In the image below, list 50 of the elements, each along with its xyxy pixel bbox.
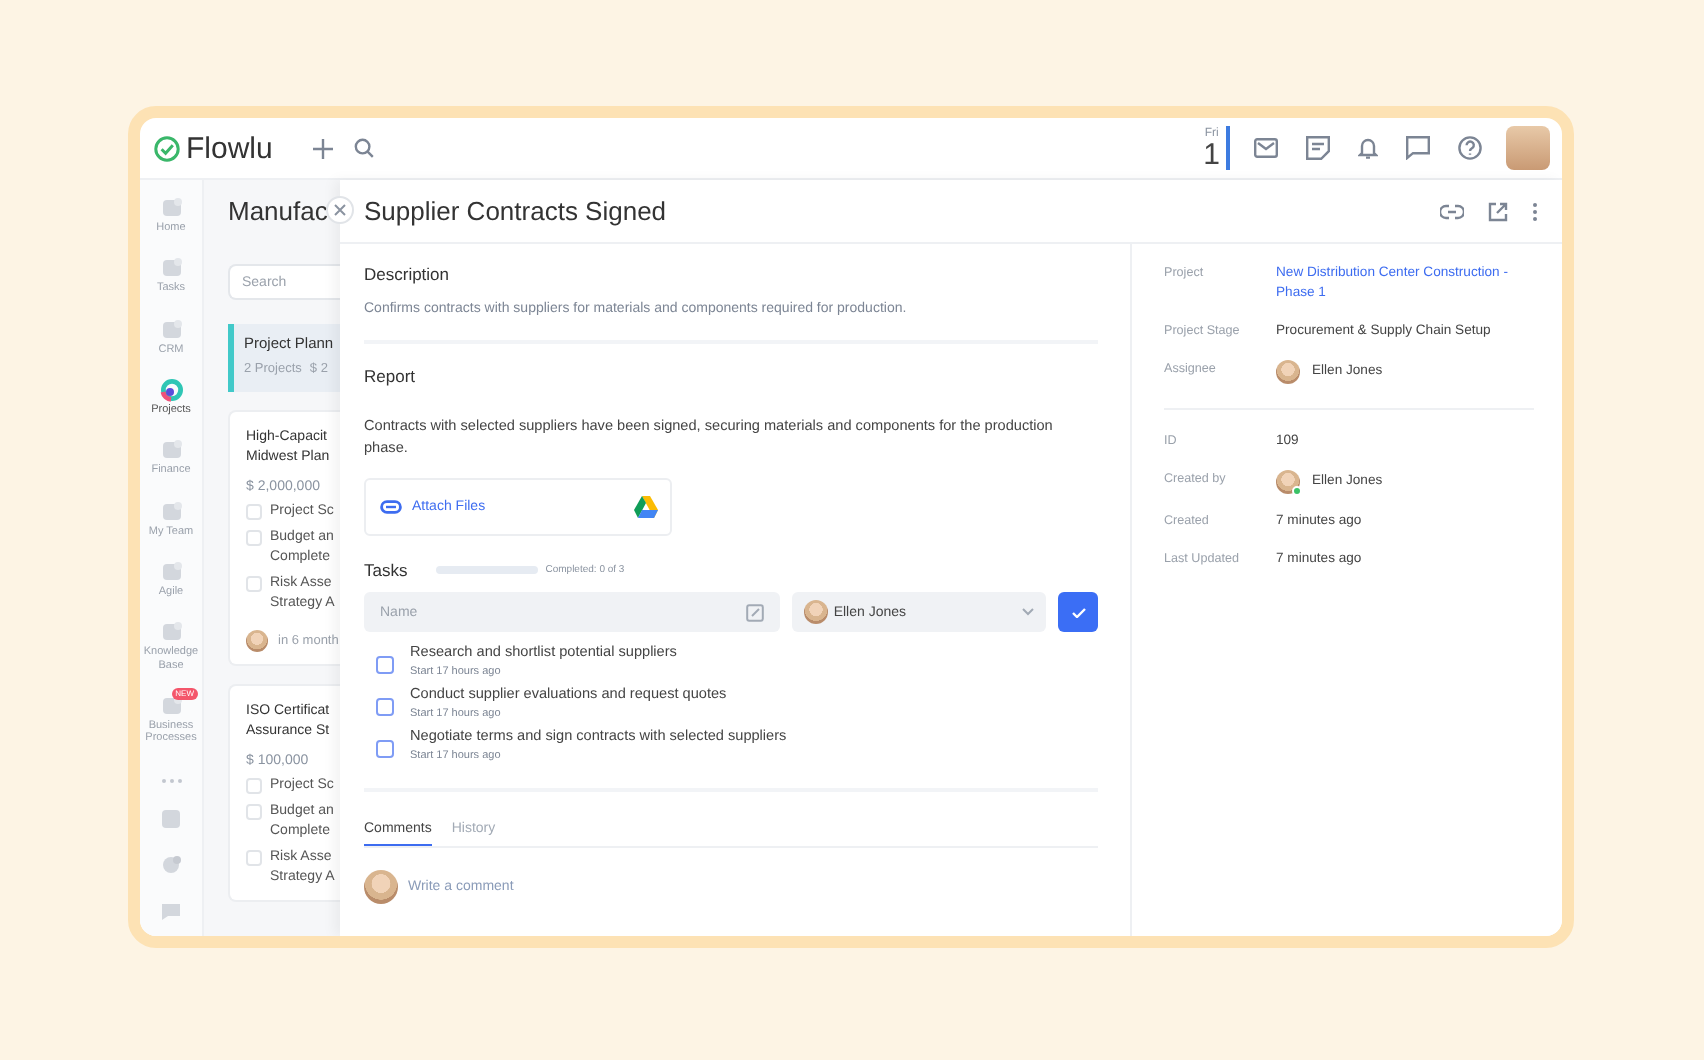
help-icon[interactable] <box>1458 136 1482 160</box>
chevron-down-icon <box>1022 608 1035 616</box>
logo-check-icon <box>154 135 180 161</box>
plus-icon[interactable] <box>312 137 335 159</box>
link-icon[interactable] <box>1440 203 1464 219</box>
avatar <box>246 630 268 652</box>
section-heading: Tasks <box>364 560 408 580</box>
more-icon[interactable] <box>1532 201 1538 221</box>
drive-icon[interactable] <box>634 496 658 518</box>
edit-icon <box>745 603 764 621</box>
checkbox[interactable] <box>246 576 262 592</box>
bell-icon[interactable] <box>1358 136 1378 160</box>
checkbox[interactable] <box>246 804 262 820</box>
checkbox[interactable] <box>246 530 262 546</box>
task-checkbox[interactable] <box>376 656 394 674</box>
search-icon[interactable] <box>354 138 375 158</box>
nav-icon <box>159 693 183 718</box>
nav-icon <box>159 377 183 402</box>
checkbox[interactable] <box>246 778 262 794</box>
nav-icon <box>159 317 183 342</box>
avatar <box>803 600 828 624</box>
more-icon[interactable] <box>159 778 183 785</box>
nav-icon <box>159 196 183 220</box>
task-checkbox[interactable] <box>376 740 394 758</box>
nav-icon <box>159 438 183 463</box>
external-link-icon[interactable] <box>1488 201 1508 221</box>
chat-icon[interactable] <box>1406 136 1430 160</box>
checkbox[interactable] <box>246 504 262 520</box>
checkbox[interactable] <box>246 850 262 866</box>
app-icon[interactable] <box>160 808 182 831</box>
section-heading: Description <box>364 264 452 284</box>
nav-icon <box>159 499 183 524</box>
paperclip-icon <box>380 500 402 514</box>
avatar <box>364 870 398 904</box>
mail-icon[interactable] <box>1254 138 1278 158</box>
date-number: 1 <box>1203 139 1220 169</box>
close-icon <box>334 204 346 216</box>
page-title: Manufac <box>228 194 330 230</box>
nav-icon <box>159 256 183 281</box>
note-icon[interactable] <box>1306 136 1330 160</box>
task-title: Supplier Contracts Signed <box>364 196 669 226</box>
confirm-button[interactable] <box>1058 592 1098 632</box>
nav-icon <box>159 620 183 645</box>
task-checkbox[interactable] <box>376 698 394 716</box>
profile-photo[interactable] <box>1506 126 1550 170</box>
check-icon <box>1071 607 1086 617</box>
section-heading: Report <box>364 366 418 386</box>
nav-icon <box>159 559 183 584</box>
logo-text: Flowlu <box>186 131 273 165</box>
close-button[interactable] <box>326 196 354 224</box>
